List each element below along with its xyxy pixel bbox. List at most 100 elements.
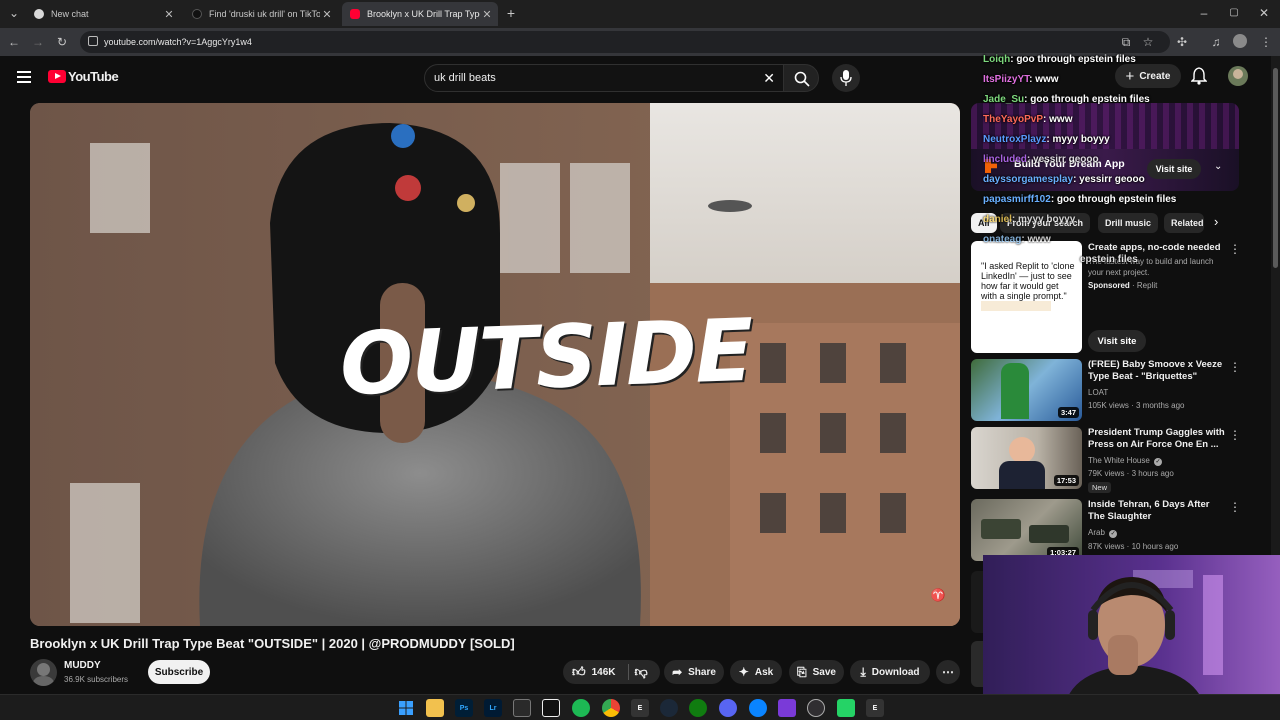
duration-badge: 17:53: [1053, 475, 1079, 486]
voice-search-button[interactable]: [832, 64, 860, 92]
recommendation-thumbnail[interactable]: 3:47: [971, 359, 1082, 421]
chat-message: papasmirff102: goo through epstein files: [983, 194, 1177, 205]
subscribe-button[interactable]: Subscribe: [148, 660, 210, 684]
tab-close-icon[interactable]: ✕: [480, 8, 494, 21]
whatsapp-icon[interactable]: [837, 699, 855, 717]
notifications-bell-icon[interactable]: [1190, 67, 1208, 85]
messenger-icon[interactable]: [749, 699, 767, 717]
tab-new-chat[interactable]: New chat ✕: [26, 2, 180, 26]
profile-avatar[interactable]: [1233, 34, 1249, 50]
recommendation-channel[interactable]: LOAT: [1088, 387, 1108, 398]
tab-youtube[interactable]: Brooklyn x UK Drill Trap Type Be ✕: [342, 2, 498, 26]
sponsored-visit-site-button[interactable]: Visit site: [1088, 330, 1146, 352]
maximize-icon[interactable]: ▢: [1226, 5, 1242, 21]
more-actions-button[interactable]: ⋯: [936, 660, 960, 684]
chat-username: NeutroxPlayz: [983, 134, 1047, 145]
channel-watermark-icon[interactable]: ♈: [930, 588, 946, 604]
search-input[interactable]: uk drill beats ✕: [424, 64, 784, 92]
chat-text: yessirr geooo: [1033, 154, 1099, 165]
forward-icon[interactable]: →: [30, 34, 46, 50]
tab-tiktok[interactable]: Find 'druski uk drill' on TikTok | ✕: [184, 2, 338, 26]
cast-icon[interactable]: ⧉: [1118, 34, 1134, 50]
photoshop-icon[interactable]: Ps: [455, 699, 473, 717]
sponsored-advertiser: Replit: [1136, 281, 1158, 290]
chevron-down-icon[interactable]: ⌄: [1214, 161, 1222, 172]
channel-avatar[interactable]: [30, 659, 57, 686]
chat-message: ItsPiizyYT: www: [983, 74, 1059, 85]
sponsored-thumbnail[interactable]: "I asked Replit to 'clone LinkedIn' — ju…: [971, 241, 1082, 353]
windows-start-icon[interactable]: [397, 699, 415, 717]
tab-title: Brooklyn x UK Drill Trap Type Be: [367, 9, 480, 19]
scrollbar-thumb[interactable]: [1273, 68, 1278, 268]
download-button[interactable]: ⤓ Download: [850, 660, 930, 684]
sparkle-icon: ✦: [738, 665, 749, 679]
minimize-icon[interactable]: –: [1196, 5, 1212, 21]
bookmark-star-icon[interactable]: ☆: [1140, 34, 1156, 50]
steam-icon[interactable]: [660, 699, 678, 717]
recommendation-thumbnail[interactable]: 17:53: [971, 427, 1082, 489]
reload-icon[interactable]: ↻: [54, 34, 70, 50]
clear-search-icon[interactable]: ✕: [763, 70, 775, 87]
back-icon[interactable]: ←: [6, 34, 22, 50]
obs-icon[interactable]: [807, 699, 825, 717]
recommendation-more-icon[interactable]: ⋮: [1229, 428, 1241, 442]
recommendation-more-icon[interactable]: ⋮: [1229, 500, 1241, 514]
thumbs-down-icon: 👎︎: [634, 664, 648, 679]
tab-title: Find 'druski uk drill' on TikTok |: [209, 9, 320, 19]
address-bar[interactable]: youtube.com/watch?v=1AggcYry1w4: [80, 31, 1170, 53]
sponsored-more-icon[interactable]: ⋮: [1229, 242, 1241, 256]
save-button[interactable]: ⎘ Save: [789, 660, 844, 684]
chat-username: ItsPiizyYT: [983, 74, 1030, 85]
windows-taskbar: Ps Lr E E: [0, 694, 1280, 720]
media-icon[interactable]: ♫: [1208, 34, 1224, 50]
search-button[interactable]: [783, 64, 819, 92]
channel-name[interactable]: MUDDY: [64, 660, 101, 671]
tiktok-favicon-icon: [192, 9, 202, 19]
chrome-menu-icon[interactable]: ⋮: [1258, 34, 1274, 50]
subscriber-count: 36.9K subscribers: [64, 675, 129, 684]
recommendation-thumbnail[interactable]: 1:03:27: [971, 499, 1082, 561]
tab-search-icon[interactable]: ⌄: [6, 5, 22, 21]
recommendation-more-icon[interactable]: ⋮: [1229, 360, 1241, 374]
recommendation-title[interactable]: President Trump Gaggles with Press on Ai…: [1088, 427, 1228, 451]
hamburger-menu-icon[interactable]: [17, 71, 31, 83]
file-explorer-icon[interactable]: [426, 699, 444, 717]
tab-close-icon[interactable]: ✕: [320, 8, 334, 21]
new-tab-button[interactable]: +: [503, 5, 519, 21]
chips-next-chevron-icon[interactable]: ›: [1214, 214, 1218, 229]
discord-icon[interactable]: [719, 699, 737, 717]
chrome-icon[interactable]: [602, 699, 620, 717]
lightroom-icon[interactable]: Lr: [484, 699, 502, 717]
store-icon[interactable]: [513, 699, 531, 717]
search-icon: [794, 71, 810, 87]
save-label: Save: [812, 666, 836, 678]
spotify-icon[interactable]: [572, 699, 590, 717]
ask-button[interactable]: ✦ Ask: [730, 660, 782, 684]
video-player[interactable]: OUTSIDE ♈: [30, 103, 960, 626]
share-button[interactable]: ➦ Share: [664, 660, 724, 684]
chip-drill-music[interactable]: Drill music: [1098, 213, 1159, 233]
account-avatar[interactable]: [1228, 66, 1248, 86]
app-icon[interactable]: [778, 699, 796, 717]
site-info-icon[interactable]: [88, 36, 98, 46]
recommendation-meta: 87K views · 10 hours ago: [1088, 542, 1179, 551]
verified-check-icon: ✓: [1154, 458, 1163, 466]
epic-games-icon[interactable]: E: [631, 699, 649, 717]
tab-close-icon[interactable]: ✕: [162, 8, 176, 21]
youtube-logo[interactable]: YouTube: [48, 69, 119, 84]
epic-games-icon[interactable]: E: [866, 699, 884, 717]
chip-related[interactable]: Related: [1164, 213, 1204, 233]
xbox-icon[interactable]: [689, 699, 707, 717]
close-window-icon[interactable]: ✕: [1256, 5, 1272, 21]
dislike-button[interactable]: 👎︎: [635, 664, 648, 680]
ad-visit-site-button[interactable]: Visit site: [1147, 159, 1201, 179]
chat-text: goo through epstein files: [1016, 54, 1136, 65]
capcut-icon[interactable]: [542, 699, 560, 717]
extensions-icon[interactable]: ✣: [1174, 34, 1190, 50]
recommendation-title[interactable]: Inside Tehran, 6 Days After The Slaughte…: [1088, 499, 1228, 523]
recommendation-title[interactable]: (FREE) Baby Smoove x Veeze Type Beat - "…: [1088, 359, 1228, 383]
recommendation-channel[interactable]: Arab: [1088, 528, 1105, 537]
create-button[interactable]: + Create: [1115, 64, 1181, 88]
like-button[interactable]: 👍︎ 146K: [572, 664, 616, 680]
recommendation-channel[interactable]: The White House: [1088, 456, 1150, 465]
